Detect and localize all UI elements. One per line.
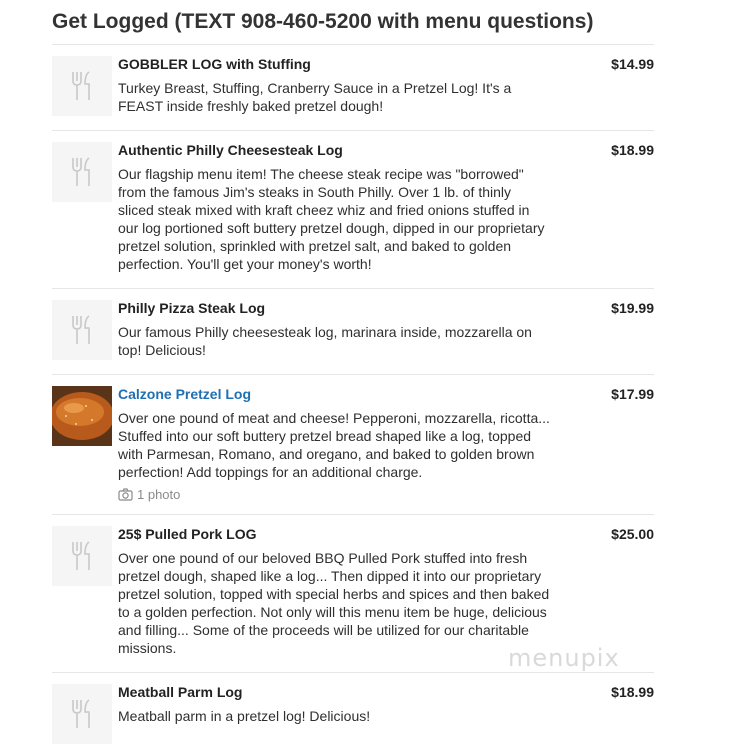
utensils-icon: [52, 56, 112, 116]
photo-count: 1 photo: [137, 487, 181, 502]
item-name[interactable]: Authentic Philly Cheesesteak Log: [118, 142, 343, 158]
item-description: Over one pound of meat and cheese! Peppe…: [118, 410, 550, 480]
item-name-link[interactable]: Calzone Pretzel Log: [118, 386, 251, 402]
menu-item: Calzone Pretzel Log $17.99 Over one poun…: [52, 374, 654, 515]
utensils-icon: [52, 526, 112, 586]
item-price: $25.00: [611, 526, 654, 542]
item-name[interactable]: GOBBLER LOG with Stuffing: [118, 56, 311, 72]
menu-item: GOBBLER LOG with Stuffing $14.99 Turkey …: [52, 44, 654, 131]
item-name[interactable]: Meatball Parm Log: [118, 684, 242, 700]
utensils-icon: [52, 142, 112, 202]
item-price: $14.99: [611, 56, 654, 72]
utensils-icon: [52, 684, 112, 744]
item-description: Meatball parm in a pretzel log! Deliciou…: [118, 708, 371, 724]
item-name[interactable]: Philly Pizza Steak Log: [118, 300, 265, 316]
item-description: Over one pound of our beloved BBQ Pulled…: [118, 550, 550, 656]
watermark: menupix: [508, 644, 620, 672]
item-name[interactable]: 25$ Pulled Pork LOG: [118, 526, 257, 542]
page-title: Get Logged (TEXT 908-460-5200 with menu …: [52, 10, 594, 33]
utensils-icon: [52, 300, 112, 360]
item-description: Our famous Philly cheesesteak log, marin…: [118, 324, 532, 358]
photo-count-link[interactable]: 1 photo: [118, 487, 180, 502]
menu-item: Philly Pizza Steak Log $19.99 Our famous…: [52, 288, 654, 375]
item-price: $17.99: [611, 386, 654, 402]
menu-item: Meatball Parm Log $18.99 Meatball parm i…: [52, 672, 654, 744]
item-price: $18.99: [611, 684, 654, 700]
camera-icon: [118, 488, 133, 501]
item-price: $18.99: [611, 142, 654, 158]
item-description: Turkey Breast, Stuffing, Cranberry Sauce…: [118, 80, 512, 114]
item-description: Our flagship menu item! The cheese steak…: [118, 166, 545, 272]
item-price: $19.99: [611, 300, 654, 316]
menu-item: Authentic Philly Cheesesteak Log $18.99 …: [52, 130, 654, 289]
item-photo[interactable]: [52, 386, 112, 446]
